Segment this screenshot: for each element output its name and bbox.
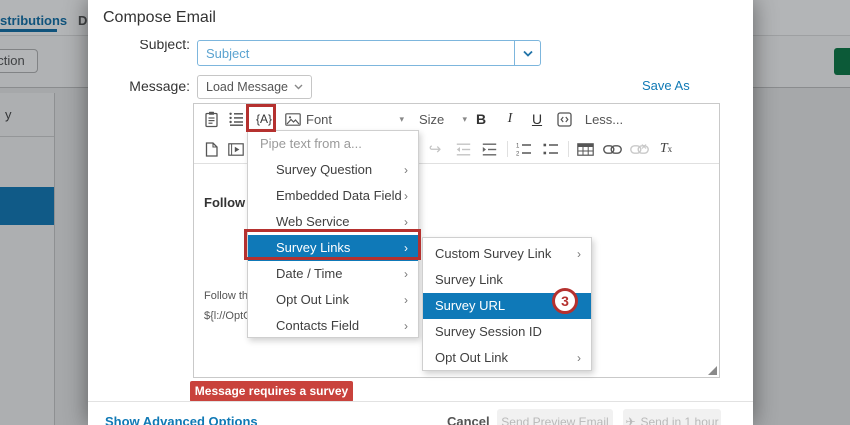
send-preview-email-button[interactable]: Send Preview Email (497, 409, 613, 425)
submenu-item-custom-survey-link[interactable]: Custom Survey Link › (423, 241, 591, 267)
show-advanced-options-link[interactable]: Show Advanced Options (105, 414, 258, 425)
modal-header: Compose Email (88, 0, 753, 40)
submenu-item-label: Opt Out Link (435, 350, 508, 365)
menu-item-label: Embedded Data Field (276, 188, 402, 203)
font-label: Font (306, 111, 333, 127)
submenu-chevron-icon: › (404, 319, 408, 333)
submenu-item-label: Survey URL (435, 298, 506, 313)
redo-icon[interactable]: ↪ (424, 134, 446, 164)
insert-list-icon[interactable] (225, 104, 247, 134)
send-preview-label: Send Preview Email (501, 415, 609, 425)
submenu-chevron-icon: › (404, 189, 408, 203)
editor-resize-handle[interactable] (708, 366, 717, 375)
cancel-button[interactable]: Cancel (447, 414, 490, 425)
pipe-text-menu-header: Pipe text from a... (260, 136, 362, 151)
subject-field (197, 40, 541, 66)
menu-item-survey-question[interactable]: Survey Question › (248, 157, 418, 183)
menu-item-label: Contacts Field (276, 318, 360, 333)
submenu-item-label: Custom Survey Link (435, 246, 552, 261)
annotation-box-survey-links (244, 229, 421, 260)
menu-item-date-time[interactable]: Date / Time › (248, 261, 418, 287)
paste-icon[interactable] (200, 104, 222, 134)
modal-title: Compose Email (103, 9, 216, 26)
subject-dropdown-button[interactable] (514, 41, 540, 65)
less-toggle[interactable]: Less... (582, 104, 626, 134)
submenu-chevron-icon: › (577, 247, 581, 261)
send-in-1-hour-button[interactable]: ✈ Send in 1 hour (623, 409, 721, 425)
menu-item-embedded-data-field[interactable]: Embedded Data Field › (248, 183, 418, 209)
italic-button[interactable]: I (499, 104, 521, 134)
unlink-icon[interactable] (627, 134, 651, 164)
body-text-line1: Follow t (204, 195, 254, 210)
load-message-button[interactable]: Load Message (197, 75, 313, 99)
toolbar-divider (507, 141, 508, 157)
indent-icon[interactable] (478, 134, 500, 164)
survey-link-warning-badge: Message requires a survey link (190, 381, 353, 419)
modal-footer: Show Advanced Options Cancel Send Previe… (88, 401, 753, 425)
compose-email-modal: Compose Email Subject: Message: Load Mes… (88, 0, 753, 425)
menu-item-opt-out-link[interactable]: Opt Out Link › (248, 287, 418, 313)
menu-item-label: Opt Out Link (276, 292, 349, 307)
caret-down-icon: ▾ (462, 113, 467, 124)
annotation-step-badge: 3 (552, 288, 578, 314)
svg-text:1: 1 (516, 144, 520, 150)
paper-plane-icon: ✈ (625, 415, 636, 425)
message-label: Message: (129, 78, 190, 94)
source-icon[interactable] (553, 104, 575, 134)
menu-item-label: Date / Time (276, 266, 343, 281)
new-page-icon[interactable] (200, 134, 222, 164)
size-label: Size (419, 111, 445, 127)
menu-item-label: Web Service (276, 214, 350, 229)
insert-link-icon[interactable] (600, 134, 624, 164)
caret-down-icon: ▾ (399, 113, 404, 124)
remove-format-button[interactable]: Tx (654, 134, 678, 164)
submenu-item-opt-out-link[interactable]: Opt Out Link › (423, 345, 591, 371)
chevron-down-icon (294, 84, 303, 90)
menu-item-contacts-field[interactable]: Contacts Field › (248, 313, 418, 339)
send-in-hour-label: Send in 1 hour (640, 415, 719, 425)
ordered-list-icon[interactable]: 12 (512, 134, 536, 164)
remove-format-t: T (659, 141, 668, 156)
chevron-down-icon (522, 50, 533, 57)
svg-text:2: 2 (516, 152, 520, 157)
load-message-label: Load Message (206, 80, 289, 94)
bold-button[interactable]: B (470, 104, 492, 134)
toolbar-divider (568, 141, 569, 157)
submenu-item-label: Survey Link (435, 272, 503, 287)
menu-item-label: Survey Question (276, 162, 373, 177)
subject-input[interactable] (198, 41, 514, 65)
outdent-icon[interactable] (452, 134, 474, 164)
submenu-item-survey-session-id[interactable]: Survey Session ID (423, 319, 591, 345)
insert-table-icon[interactable] (573, 134, 597, 164)
size-dropdown[interactable]: Size ▾ (419, 104, 467, 134)
bullet-list-icon[interactable] (539, 134, 563, 164)
submenu-chevron-icon: › (404, 163, 408, 177)
submenu-chevron-icon: › (577, 351, 581, 365)
remove-format-x: x (667, 144, 673, 154)
submenu-chevron-icon: › (404, 267, 408, 281)
save-as-link[interactable]: Save As (642, 78, 690, 93)
screen: stributions D ection y Compose Email Sub… (0, 0, 850, 425)
underline-button[interactable]: U (526, 104, 548, 134)
insert-media-icon[interactable] (225, 134, 247, 164)
annotation-box-piped-text (246, 104, 276, 132)
submenu-chevron-icon: › (404, 293, 408, 307)
submenu-item-label: Survey Session ID (435, 324, 542, 339)
